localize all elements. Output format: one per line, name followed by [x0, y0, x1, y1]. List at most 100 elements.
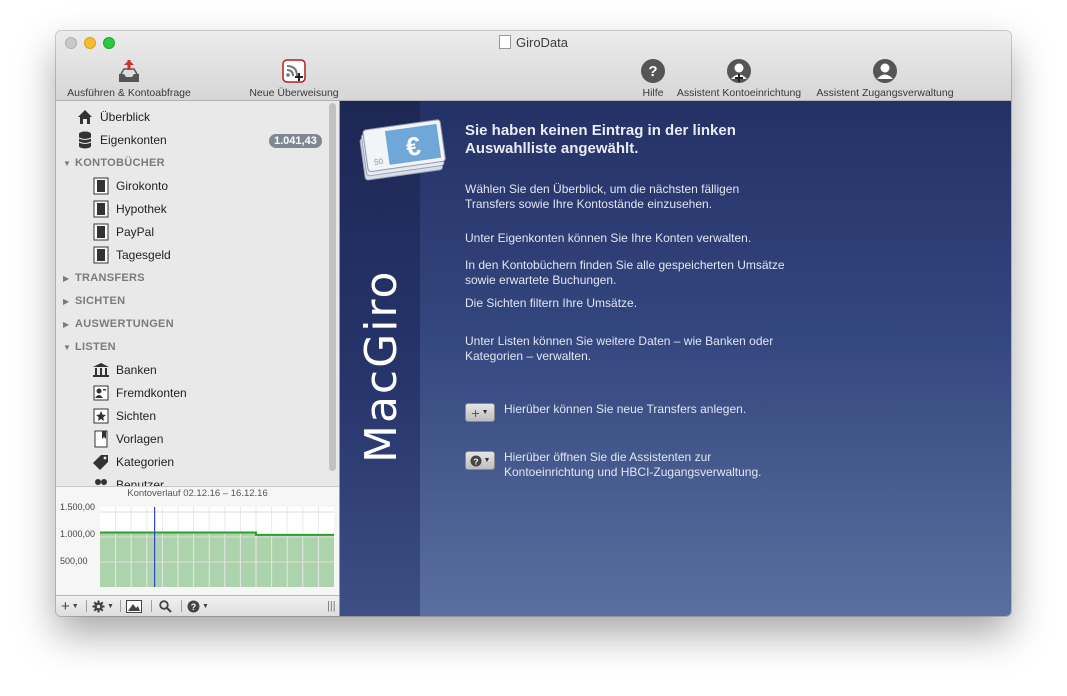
- sidebar-bottom-bar: + ▼ ▼ ? ▼ |||: [56, 595, 339, 616]
- star-icon: [92, 407, 110, 425]
- disclosure-open-icon: ▼: [63, 158, 72, 168]
- plus-icon: +: [471, 404, 480, 421]
- sidebar-item-tagesgeld[interactable]: Tagesgeld: [92, 244, 171, 266]
- balance-chart-pane: Kontoverlauf 02.12.16 – 16.12.16 1.500,0…: [56, 486, 339, 596]
- assistant-hint-button: ? ▼: [465, 451, 495, 470]
- group-reports-header[interactable]: ▶ AUSWERTUNGEN: [63, 318, 174, 330]
- account-book-icon: [92, 246, 110, 264]
- info-paragraph: Unter Eigenkonten können Sie Ihre Konten…: [465, 231, 752, 245]
- chart-bar: [256, 534, 272, 587]
- sidebar-item-benutzer[interactable]: Benutzer: [92, 474, 164, 486]
- search-button[interactable]: [159, 598, 172, 614]
- sidebar-item-own-accounts[interactable]: Eigenkonten: [76, 129, 167, 151]
- chevron-down-icon: ▼: [71, 602, 79, 610]
- mountain-chart-icon: [126, 599, 142, 613]
- info-paragraph: In den Kontobüchern finden Sie alle gesp…: [465, 258, 785, 287]
- window-title: GiroData: [56, 35, 1011, 50]
- chevron-down-icon: ▼: [202, 602, 209, 610]
- chevron-down-icon: ▼: [481, 409, 489, 416]
- chart-bar: [193, 532, 210, 587]
- sidebar-item-girokonto[interactable]: Girokonto: [92, 175, 168, 197]
- users-icon: [92, 476, 110, 486]
- access-assistant-icon: [873, 59, 897, 83]
- account-book-icon: [92, 177, 110, 195]
- svg-text:MacGiro: MacGiro: [356, 270, 407, 463]
- sidebar-item-fremdkonten[interactable]: Fremdkonten: [92, 382, 187, 404]
- chevron-down-icon: ▼: [107, 602, 114, 610]
- sidebar-scrollbar[interactable]: [327, 101, 336, 471]
- account-assistant-icon: [727, 59, 751, 83]
- tag-icon: [92, 453, 110, 471]
- group-books-header[interactable]: ▼ KONTOBÜCHER: [63, 157, 165, 169]
- macgiro-logo: MacGiro: [356, 270, 407, 463]
- chart-bar: [240, 532, 256, 587]
- disclosure-closed-icon: ▶: [63, 296, 70, 306]
- chart-bar: [302, 534, 319, 587]
- download-tray-icon: [119, 60, 139, 82]
- sidebar-item-vorlagen[interactable]: Vorlagen: [92, 428, 163, 450]
- banknote-icon: € 50: [359, 119, 446, 181]
- hint-text: Hierüber können Sie neue Transfers anleg…: [504, 402, 747, 416]
- group-views-header[interactable]: ▶ SICHTEN: [63, 295, 125, 307]
- help-menu-button[interactable]: ? ▼: [187, 598, 209, 614]
- balance-badge: 1.041,43: [269, 134, 322, 148]
- database-icon: [76, 131, 94, 149]
- chart-bar: [178, 532, 194, 587]
- welcome-heading: Sie haben keinen Eintrag in der linken A…: [465, 122, 736, 157]
- bank-icon: [92, 361, 110, 379]
- welcome-pane: € 50 MacGiro Sie haben keinen Eintrag in…: [340, 101, 1011, 616]
- chart-bar: [271, 534, 288, 587]
- access-assistant-button[interactable]: Assistent Zugangsverwaltung: [812, 57, 958, 99]
- resize-handle[interactable]: |||: [327, 598, 336, 614]
- add-transfer-hint-button: + ▼: [465, 403, 495, 422]
- disclosure-closed-icon: ▶: [63, 273, 70, 283]
- add-menu-button[interactable]: + ▼: [61, 598, 79, 615]
- sidebar-scroll-thumb[interactable]: [329, 103, 336, 471]
- divider: [151, 600, 152, 612]
- app-window: GiroData Ausführen & Kontoabfrage Neue Ü…: [56, 31, 1011, 616]
- info-paragraph: Die Sichten filtern Ihre Umsätze.: [465, 296, 638, 310]
- chart-bar: [131, 532, 147, 587]
- toggle-chart-button[interactable]: [126, 598, 142, 614]
- info-paragraph: Unter Listen können Sie weitere Daten – …: [465, 334, 774, 363]
- document-icon: [498, 35, 511, 49]
- sidebar-item-overview[interactable]: Überblick: [76, 106, 150, 128]
- bookmark-icon: [92, 430, 110, 448]
- account-book-icon: [92, 223, 110, 241]
- chart-bar: [318, 534, 334, 587]
- actions-menu-button[interactable]: ▼: [92, 598, 114, 614]
- title-toolbar: GiroData Ausführen & Kontoabfrage Neue Ü…: [56, 31, 1011, 101]
- search-icon: [159, 599, 172, 613]
- help-icon: ?: [641, 59, 665, 83]
- sidebar: Überblick Eigenkonten 1.041,43 ▼ KONTOBÜ…: [56, 101, 339, 486]
- sidebar-item-paypal[interactable]: PayPal: [92, 221, 154, 243]
- hint-text: Hierüber öffnen Sie die Assistenten zur …: [504, 450, 762, 479]
- group-lists-header[interactable]: ▼ LISTEN: [63, 341, 116, 353]
- sidebar-item-hypothek[interactable]: Hypothek: [92, 198, 167, 220]
- disclosure-open-icon: ▼: [63, 342, 72, 352]
- group-transfers-header[interactable]: ▶ TRANSFERS: [63, 272, 145, 284]
- balance-chart: [100, 507, 334, 587]
- new-transfer-button[interactable]: Neue Überweisung: [239, 57, 349, 99]
- chart-bar: [224, 532, 241, 587]
- info-paragraph: Wählen Sie den Überblick, um die nächste…: [465, 182, 740, 211]
- chart-bar: [115, 532, 132, 587]
- help-icon: ?: [187, 600, 200, 612]
- sidebar-item-sichten[interactable]: Sichten: [92, 405, 156, 427]
- account-assistant-button[interactable]: Assistent Kontoeinrichtung: [673, 57, 805, 99]
- divider: [120, 600, 121, 612]
- help-button[interactable]: ? Hilfe: [638, 57, 668, 99]
- sidebar-item-banken[interactable]: Banken: [92, 359, 157, 381]
- divider: [86, 600, 87, 612]
- chart-bar: [287, 534, 303, 587]
- svg-text:50: 50: [374, 157, 385, 167]
- sidebar-item-kategorien[interactable]: Kategorien: [92, 451, 174, 473]
- svg-text:?: ?: [473, 456, 478, 466]
- account-book-icon: [92, 200, 110, 218]
- execute-query-button[interactable]: Ausführen & Kontoabfrage: [64, 57, 194, 99]
- divider: [181, 600, 182, 612]
- chart-bar: [100, 532, 116, 587]
- home-icon: [76, 108, 94, 126]
- help-icon: ?: [470, 455, 482, 466]
- new-transfer-icon: [282, 59, 306, 83]
